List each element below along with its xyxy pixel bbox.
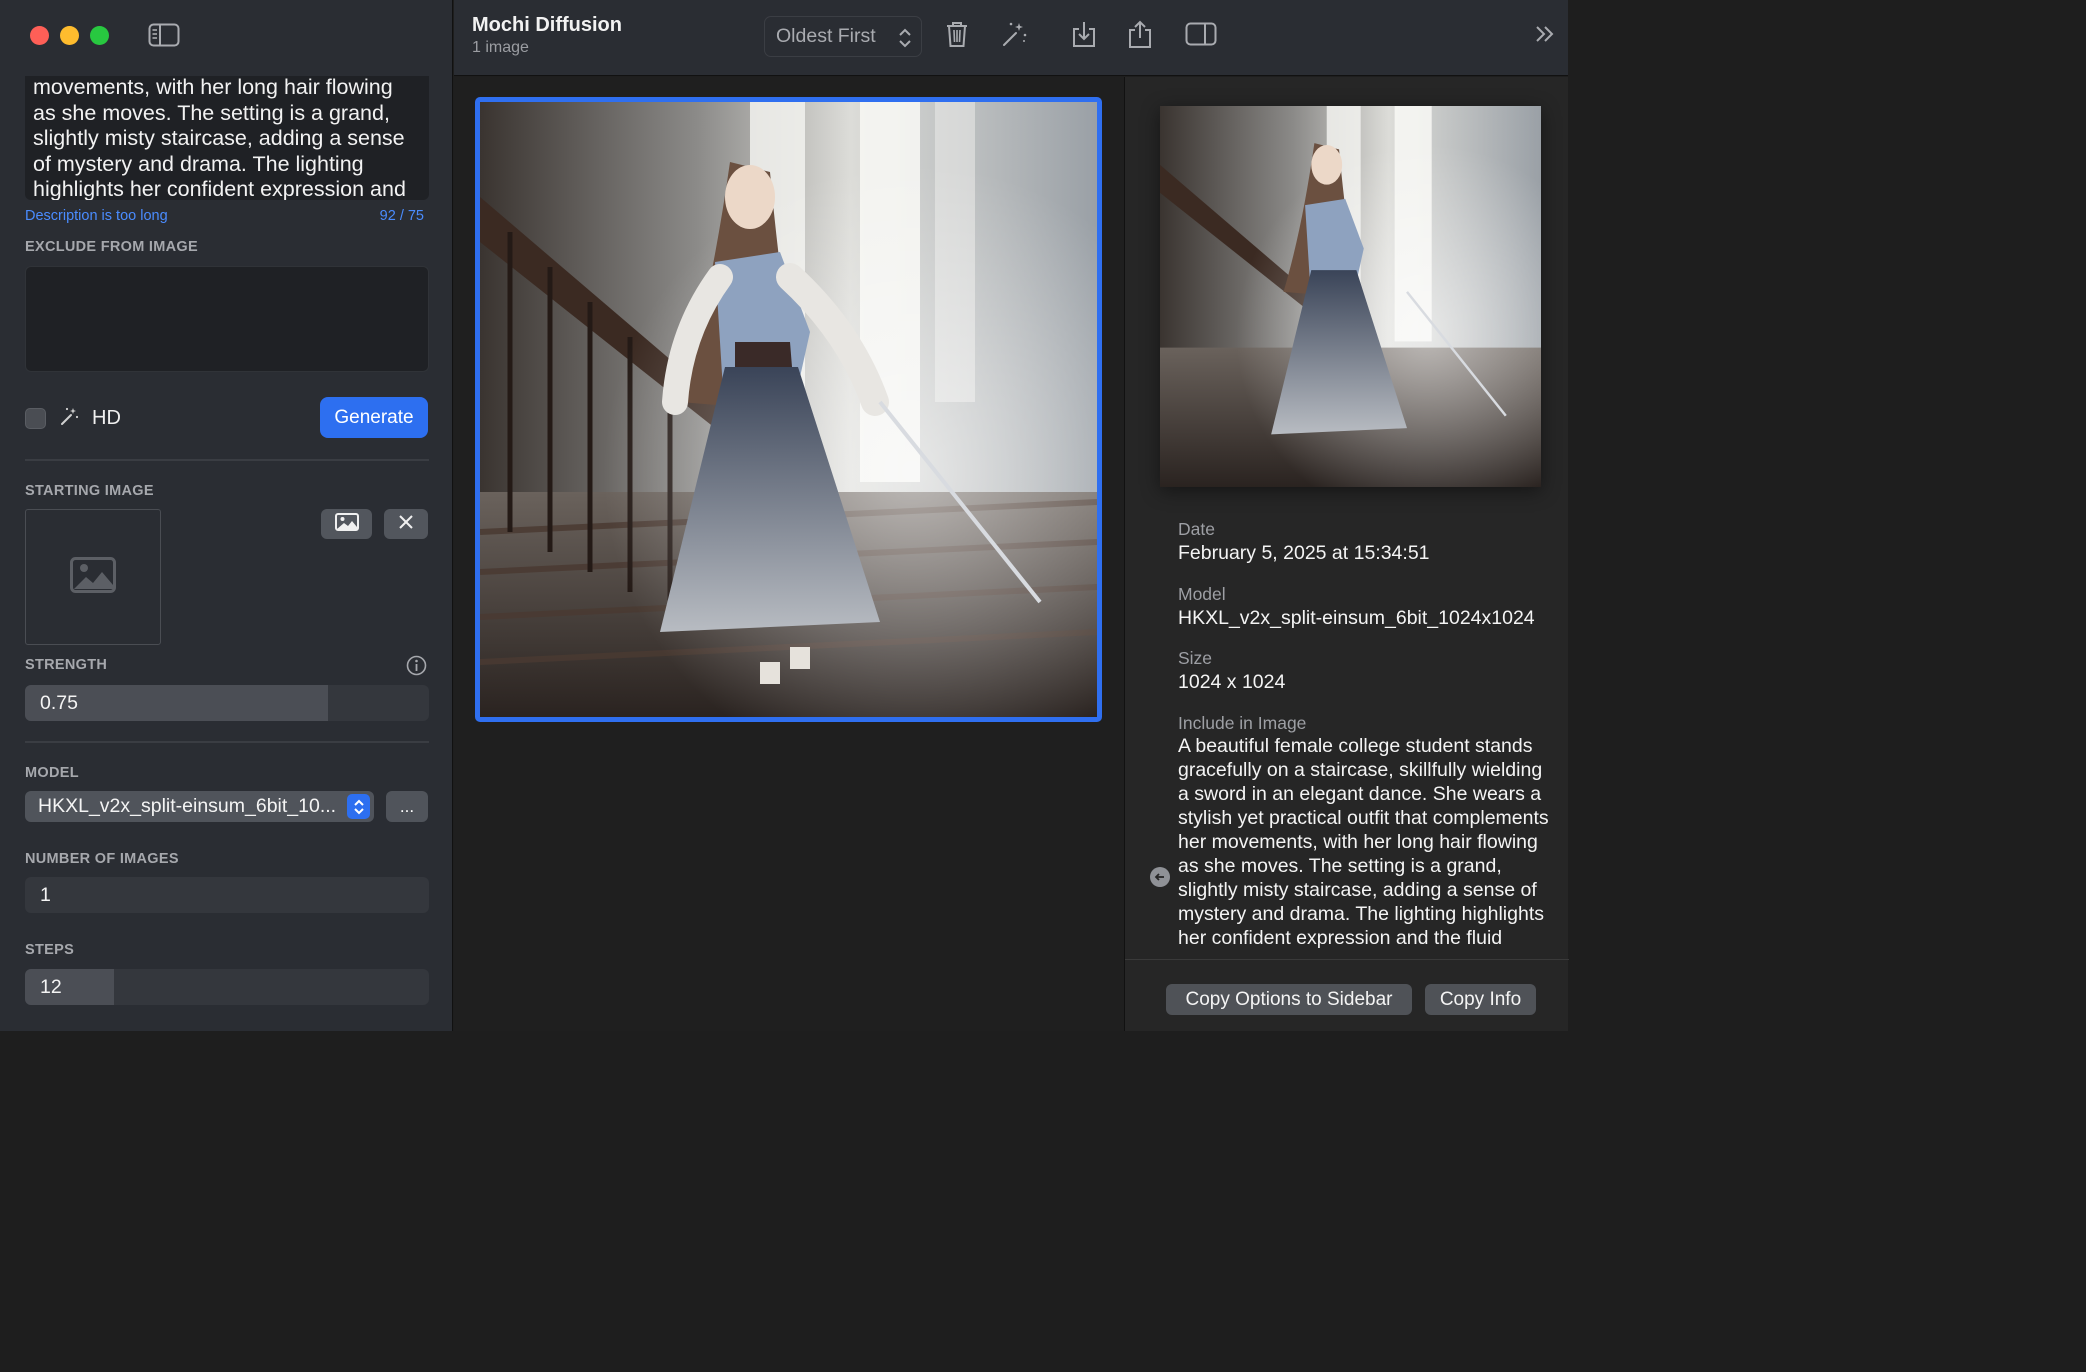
- inspector-toggle-icon[interactable]: [1184, 19, 1218, 49]
- hd-label: HD: [92, 407, 121, 429]
- info-icon[interactable]: [406, 655, 427, 681]
- model-info-value: HKXL_v2x_split-einsum_6bit_1024x1024: [1178, 607, 1535, 629]
- model-select-value: HKXL_v2x_split-einsum_6bit_10...: [38, 795, 337, 817]
- size-label: Size: [1178, 648, 1213, 668]
- preview-image: [1160, 106, 1541, 487]
- trash-icon[interactable]: [942, 19, 972, 49]
- generate-button[interactable]: Generate: [320, 397, 428, 438]
- exclude-label: EXCLUDE FROM IMAGE: [25, 239, 198, 255]
- hd-checkbox[interactable]: [25, 408, 46, 429]
- date-value: February 5, 2025 at 15:34:51: [1178, 542, 1430, 564]
- strength-value: 0.75: [40, 692, 78, 714]
- close-icon: [398, 514, 414, 535]
- model-info-label: Model: [1178, 584, 1226, 604]
- exclude-textarea[interactable]: [25, 266, 429, 372]
- prompt-textarea[interactable]: movements, with her long hair flowing as…: [25, 76, 429, 200]
- hd-option: HD: [25, 405, 121, 432]
- num-images-field[interactable]: 1: [25, 877, 429, 913]
- photo-placeholder-icon: [70, 556, 116, 598]
- model-label: MODEL: [25, 765, 79, 781]
- steps-slider[interactable]: 12: [25, 969, 429, 1005]
- chevron-up-down-icon: [347, 794, 370, 819]
- model-select[interactable]: HKXL_v2x_split-einsum_6bit_10...: [25, 791, 374, 822]
- divider: [1125, 959, 1569, 960]
- arrow-left-circle-icon[interactable]: [1150, 867, 1170, 887]
- divider: [25, 459, 429, 461]
- copy-options-button[interactable]: Copy Options to Sidebar: [1166, 984, 1412, 1015]
- model-more-button[interactable]: ...: [386, 791, 428, 822]
- photo-icon: [334, 512, 359, 536]
- download-icon[interactable]: [1069, 19, 1099, 49]
- window-controls: [30, 26, 109, 45]
- size-value: 1024 x 1024: [1178, 671, 1286, 693]
- generated-image: [480, 102, 1097, 717]
- sort-order-value: Oldest First: [776, 25, 876, 47]
- toolbar: Mochi Diffusion 1 image Oldest First: [454, 0, 1568, 76]
- clear-image-button[interactable]: [384, 509, 428, 539]
- share-icon[interactable]: [1125, 19, 1155, 49]
- include-value: A beautiful female college student stand…: [1178, 735, 1549, 949]
- steps-label: STEPS: [25, 942, 75, 958]
- date-label: Date: [1178, 519, 1215, 539]
- chevron-up-down-icon: [898, 27, 912, 54]
- strength-label: STRENGTH: [25, 657, 108, 673]
- divider: [25, 741, 429, 743]
- gallery-image-selected[interactable]: [475, 97, 1102, 722]
- image-count: 1 image: [472, 39, 529, 56]
- chevron-double-right-icon[interactable]: [1530, 19, 1560, 49]
- copy-info-button[interactable]: Copy Info: [1425, 984, 1536, 1015]
- include-label: Include in Image: [1178, 713, 1307, 733]
- minimize-window-button[interactable]: [60, 26, 79, 45]
- choose-image-button[interactable]: [321, 509, 372, 539]
- strength-slider[interactable]: 0.75: [25, 685, 429, 721]
- starting-image-label: STARTING IMAGE: [25, 483, 154, 499]
- magic-wand-icon[interactable]: [999, 19, 1029, 49]
- sidebar-icon[interactable]: [148, 23, 180, 47]
- image-gallery: [454, 77, 1124, 1031]
- close-window-button[interactable]: [30, 26, 49, 45]
- sidebar: movements, with her long hair flowing as…: [0, 0, 453, 1031]
- sort-order-select[interactable]: Oldest First: [764, 16, 922, 57]
- magic-wand-icon: [58, 405, 80, 432]
- app-window: movements, with her long hair flowing as…: [0, 0, 1569, 1031]
- token-count: 92 / 75: [379, 208, 424, 224]
- prompt-text: movements, with her long hair flowing as…: [33, 76, 406, 200]
- description-warning: Description is too long: [25, 208, 168, 224]
- inspector-panel: Date February 5, 2025 at 15:34:51 Model …: [1124, 77, 1569, 1031]
- app-title: Mochi Diffusion: [472, 14, 622, 36]
- starting-image-well[interactable]: [25, 509, 161, 645]
- steps-slider-fill: [25, 969, 114, 1005]
- image-preview: [1160, 106, 1541, 487]
- num-images-label: NUMBER OF IMAGES: [25, 851, 179, 867]
- steps-value: 12: [40, 976, 62, 998]
- num-images-value: 1: [40, 884, 51, 906]
- zoom-window-button[interactable]: [90, 26, 109, 45]
